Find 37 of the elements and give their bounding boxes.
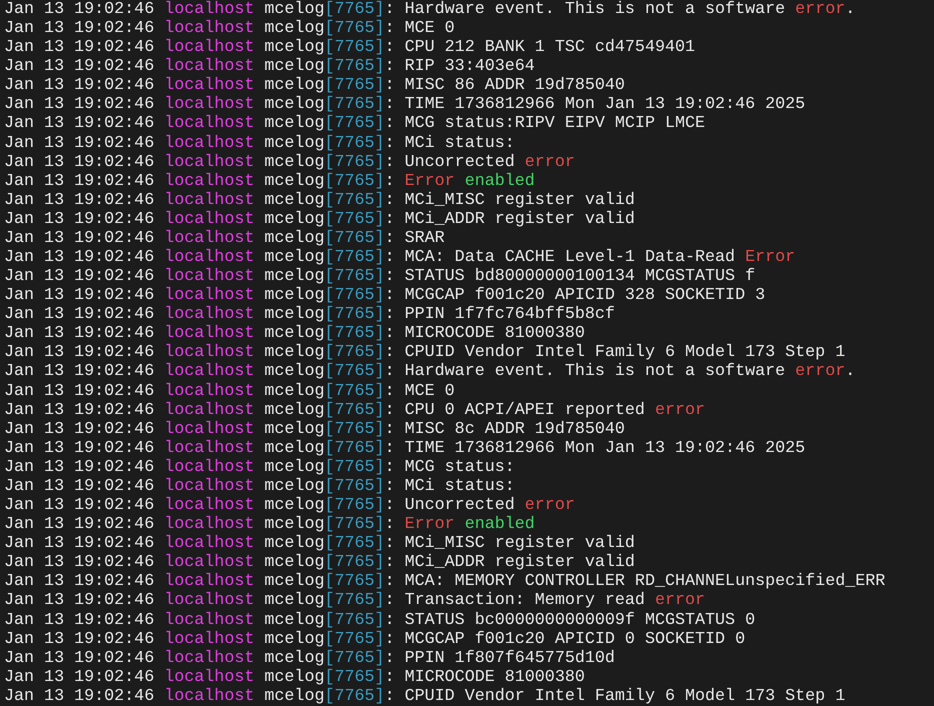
log-line: Jan 13 19:02:46 localhost mcelog[7765]: MCE 0: [4, 382, 455, 401]
log-line: Jan 13 19:02:46 localhost mcelog[7765]: MCE 0: [4, 19, 455, 38]
log-line: Jan 13 19:02:46 localhost mcelog[7765]: MISC 8c ADDR 19d785040: [4, 420, 625, 439]
log-line: Jan 13 19:02:46 localhost mcelog[7765]: Uncorrected error: [4, 496, 575, 516]
log-line: Jan 13 19:02:46 localhost mcelog[7765]: MCA: MEMORY CONTROLLER RD_CHANNELunspecified_ERR: [4, 572, 886, 592]
log-line: Jan 13 19:02:46 localhost mcelog[7765]: MISC 86 ADDR 19d785040: [4, 76, 625, 96]
log-line: Jan 13 19:02:46 localhost mcelog[7765]: CPU 212 BANK 1 TSC cd47549401: [4, 38, 696, 58]
log-line: Jan 13 19:02:46 localhost mcelog[7765]: Hardware event. This is not a software error.: [4, 0, 856, 20]
log-line: Jan 13 19:02:46 localhost mcelog[7765]: MCi_MISC register valid: [4, 534, 635, 554]
log-line: Jan 13 19:02:46 localhost mcelog[7765]: MICROCODE 81000380: [4, 324, 585, 344]
log-line: Jan 13 19:02:46 localhost mcelog[7765]: Hardware event. This is not a software error.: [4, 362, 856, 382]
log-line: Jan 13 19:02:46 localhost mcelog[7765]: RIP 33:403e64: [4, 57, 535, 76]
log-line: Jan 13 19:02:46 localhost mcelog[7765]: TIME 1736812966 Mon Jan 13 19:02:46 2025: [4, 438, 806, 458]
log-line: Jan 13 19:02:46 localhost mcelog[7765]: MCG status:: [4, 458, 515, 477]
log-line: Jan 13 19:02:46 localhost mcelog[7765]: MCi_ADDR register valid: [4, 553, 635, 572]
log-line: Jan 13 19:02:46 localhost mcelog[7765]: STATUS bd80000000100134 MCGSTATUS f: [4, 267, 756, 286]
log-line: Jan 13 19:02:46 localhost mcelog[7765]: MCGCAP f001c20 APICID 0 SOCKETID 0: [4, 630, 746, 649]
log-line: Jan 13 19:02:46 localhost mcelog[7765]: Error enabled: [4, 172, 535, 191]
log-line: Jan 13 19:02:46 localhost mcelog[7765]: CPUID Vendor Intel Family 6 Model 173 Step 1: [4, 686, 846, 706]
log-line: Jan 13 19:02:46 localhost mcelog[7765]: MCi status:: [4, 476, 515, 496]
log-line: Jan 13 19:02:46 localhost mcelog[7765]: MCG status:RIPV EIPV MCIP LMCE: [4, 114, 706, 134]
log-line: Jan 13 19:02:46 localhost mcelog[7765]: SRAR: [4, 228, 445, 248]
log-line: Jan 13 19:02:46 localhost mcelog[7765]: MCi_ADDR register valid: [4, 210, 635, 229]
log-line: Jan 13 19:02:46 localhost mcelog[7765]: MICROCODE 81000380: [4, 668, 585, 687]
log-line: Jan 13 19:02:46 localhost mcelog[7765]: MCi status:: [4, 134, 515, 153]
log-line: Jan 13 19:02:46 localhost mcelog[7765]: MCGCAP f001c20 APICID 328 SOCKETID 3: [4, 286, 766, 306]
log-line: Jan 13 19:02:46 localhost mcelog[7765]: CPUID Vendor Intel Family 6 Model 173 Step 1: [4, 343, 846, 362]
log-line: Jan 13 19:02:46 localhost mcelog[7765]: CPU 0 ACPI/APEI reported error: [4, 400, 706, 420]
log-line: Jan 13 19:02:46 localhost mcelog[7765]: PPIN 1f807f645775d10d: [4, 648, 615, 668]
log-line: Jan 13 19:02:46 localhost mcelog[7765]: MCi_MISC register valid: [4, 190, 635, 210]
log-line: Jan 13 19:02:46 localhost mcelog[7765]: Error enabled: [4, 515, 535, 534]
log-line: Jan 13 19:02:46 localhost mcelog[7765]: TIME 1736812966 Mon Jan 13 19:02:46 2025: [4, 95, 806, 114]
log-line: Jan 13 19:02:46 localhost mcelog[7765]: PPIN 1f7fc764bff5b8cf: [4, 305, 615, 324]
log-line: Jan 13 19:02:46 localhost mcelog[7765]: Uncorrected error: [4, 152, 575, 172]
log-line: Jan 13 19:02:46 localhost mcelog[7765]: MCA: Data CACHE Level-1 Data-Read Error: [4, 248, 796, 268]
log-line: Jan 13 19:02:46 localhost mcelog[7765]: STATUS bc0000000000009f MCGSTATUS 0: [4, 610, 756, 630]
log-line: Jan 13 19:02:46 localhost mcelog[7765]: Transaction: Memory read error: [4, 591, 706, 610]
